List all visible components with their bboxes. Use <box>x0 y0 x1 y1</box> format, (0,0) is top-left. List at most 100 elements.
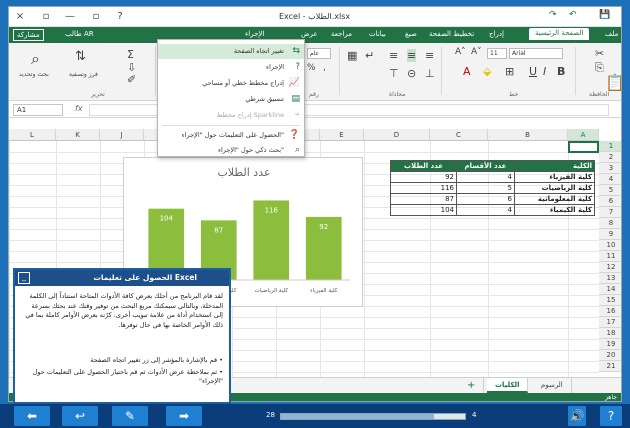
clear-icon[interactable]: ✐ <box>127 73 136 86</box>
find-icon[interactable]: ⌕ <box>31 49 40 69</box>
cell-college[interactable]: كلية المعلوماتية <box>514 193 595 205</box>
row-header-21[interactable]: 21 <box>599 361 621 372</box>
grow-font-icon[interactable]: A˄ <box>455 47 466 57</box>
merge-icon[interactable]: ▦ <box>347 49 357 62</box>
lesson-progress-bar[interactable] <box>280 413 466 420</box>
user-name[interactable]: طالب AR <box>65 30 94 38</box>
sort-filter-icon[interactable]: ⇅ <box>75 49 86 64</box>
align-top-icon[interactable]: ⊤ <box>389 67 399 80</box>
row-header-10[interactable]: 10 <box>599 240 621 251</box>
copy-icon[interactable]: ⎘ <box>595 61 604 75</box>
column-header-l[interactable]: L <box>9 129 56 141</box>
align-center-icon[interactable]: ≡ <box>407 49 417 62</box>
add-sheet-button[interactable]: + <box>459 378 485 393</box>
row-header-5[interactable]: 5 <box>599 185 621 196</box>
fx-icon[interactable]: fx <box>75 104 83 113</box>
column-header-e[interactable]: E <box>320 129 364 141</box>
tell-me-tab[interactable]: الإجراء <box>245 30 264 38</box>
share-button[interactable]: مشاركة <box>13 29 44 41</box>
tab-formulas[interactable]: صيغ <box>405 30 417 38</box>
help-question-icon[interactable]: ? <box>113 10 127 24</box>
column-header-a[interactable]: A <box>568 129 599 141</box>
sound-icon[interactable]: 🔊 <box>568 406 586 426</box>
column-header-c[interactable]: C <box>430 129 488 141</box>
cell-college[interactable]: كلية الرياضيات <box>514 182 595 194</box>
row-header-15[interactable]: 15 <box>599 295 621 306</box>
font-name-select[interactable]: Arial <box>509 48 563 59</box>
column-header-d[interactable]: D <box>364 129 430 141</box>
selected-cell[interactable] <box>568 141 599 153</box>
borders-icon[interactable]: ⊞ <box>505 65 514 78</box>
cell-college[interactable]: كلية الفيزياء <box>514 171 595 183</box>
align-middle-icon[interactable]: ⊝ <box>407 67 416 80</box>
header-departments[interactable]: عدد الأقسام <box>456 160 515 172</box>
row-header-7[interactable]: 7 <box>599 207 621 218</box>
tab-data[interactable]: بيانات <box>369 30 386 38</box>
menu-item-smart-lookup[interactable]: بحث ذكي حول "الإجراء" ⌕ <box>158 143 304 158</box>
edit-icon[interactable]: ✎ <box>112 406 148 426</box>
tab-insert[interactable]: إدراج <box>489 30 504 38</box>
cell-departments[interactable]: 4 <box>456 171 515 183</box>
close-icon[interactable]: × <box>13 10 27 24</box>
tab-view[interactable]: عرض <box>301 30 318 38</box>
row-header-18[interactable]: 18 <box>599 328 621 339</box>
row-header-8[interactable]: 8 <box>599 218 621 229</box>
row-header-9[interactable]: 9 <box>599 229 621 240</box>
cell-departments[interactable]: 4 <box>456 204 515 216</box>
comma-icon[interactable]: , <box>323 63 326 73</box>
sheet-tab-charts[interactable]: الرسوم <box>533 378 572 393</box>
row-header-19[interactable]: 19 <box>599 339 621 350</box>
ribbon-display-icon[interactable]: ▫ <box>89 10 103 24</box>
cell-departments[interactable]: 5 <box>456 182 515 194</box>
cell-departments[interactable]: 6 <box>456 193 515 205</box>
row-header-17[interactable]: 17 <box>599 317 621 328</box>
percent-icon[interactable]: % <box>307 63 316 73</box>
undo-icon[interactable]: ↶ <box>569 10 577 20</box>
row-header-4[interactable]: 4 <box>599 174 621 185</box>
cut-icon[interactable]: ✂ <box>595 47 604 60</box>
sheet-tab-colleges[interactable]: الكليات <box>487 378 529 393</box>
wrap-text-icon[interactable]: ↵ <box>365 49 374 62</box>
row-header-14[interactable]: 14 <box>599 284 621 295</box>
row-header-16[interactable]: 16 <box>599 306 621 317</box>
menu-item-line-chart[interactable]: إدراج مخطط خطي أو مساحي 📈 <box>158 76 304 91</box>
cell-college[interactable]: كلية الكيمياء <box>514 204 595 216</box>
align-right-icon[interactable]: ≡ <box>389 49 398 62</box>
row-header-11[interactable]: 11 <box>599 251 621 262</box>
tab-file[interactable]: ملف <box>605 30 618 38</box>
header-students[interactable]: عدد الطلاب <box>390 160 457 172</box>
paste-icon[interactable]: 📋 <box>605 73 621 92</box>
align-bottom-icon[interactable]: ⊥ <box>425 67 435 80</box>
bold-icon[interactable]: B <box>557 65 565 78</box>
cell-students[interactable]: 116 <box>390 182 457 194</box>
row-header-20[interactable]: 20 <box>599 350 621 361</box>
menu-item-get-help[interactable]: الحصول على التعليمات حول "الإجراء" ❓ <box>158 128 304 143</box>
cell-students[interactable]: 87 <box>390 193 457 205</box>
redo-icon[interactable]: ↷ <box>549 10 557 20</box>
tab-page-layout[interactable]: تخطيط الصفحة <box>429 30 474 38</box>
highlight-icon[interactable]: ⬙ <box>483 65 491 78</box>
row-header-1[interactable]: 1 <box>599 141 621 152</box>
name-box[interactable]: A1 <box>13 104 63 116</box>
prev-arrow-icon[interactable]: ⬅ <box>14 406 50 426</box>
back-icon[interactable]: ↩ <box>62 406 98 426</box>
menu-item-action[interactable]: الإجراء ? <box>158 60 304 75</box>
restore-icon[interactable]: ▫ <box>39 10 53 24</box>
column-header-j[interactable]: J <box>100 129 144 141</box>
cell-students[interactable]: 92 <box>390 171 457 183</box>
number-format-select[interactable]: عام <box>307 48 331 59</box>
next-arrow-icon[interactable]: ➡ <box>166 406 202 426</box>
row-header-13[interactable]: 13 <box>599 273 621 284</box>
underline-icon[interactable]: U <box>529 65 537 78</box>
autosum-icon[interactable]: Σ <box>127 48 134 61</box>
find-select-label[interactable]: بحث وتحديد <box>19 71 49 78</box>
font-size-select[interactable]: 11 <box>487 48 507 59</box>
row-header-3[interactable]: 3 <box>599 163 621 174</box>
row-header-6[interactable]: 6 <box>599 196 621 207</box>
header-college[interactable]: الكلية <box>514 160 595 172</box>
menu-item-conditional-format[interactable]: تنسيق شرطي ▤ <box>158 92 304 107</box>
font-color-icon[interactable]: A <box>463 65 471 78</box>
italic-icon[interactable]: I <box>543 65 546 78</box>
row-header-2[interactable]: 2 <box>599 152 621 163</box>
minimize-pane-icon[interactable]: _ <box>18 272 30 284</box>
